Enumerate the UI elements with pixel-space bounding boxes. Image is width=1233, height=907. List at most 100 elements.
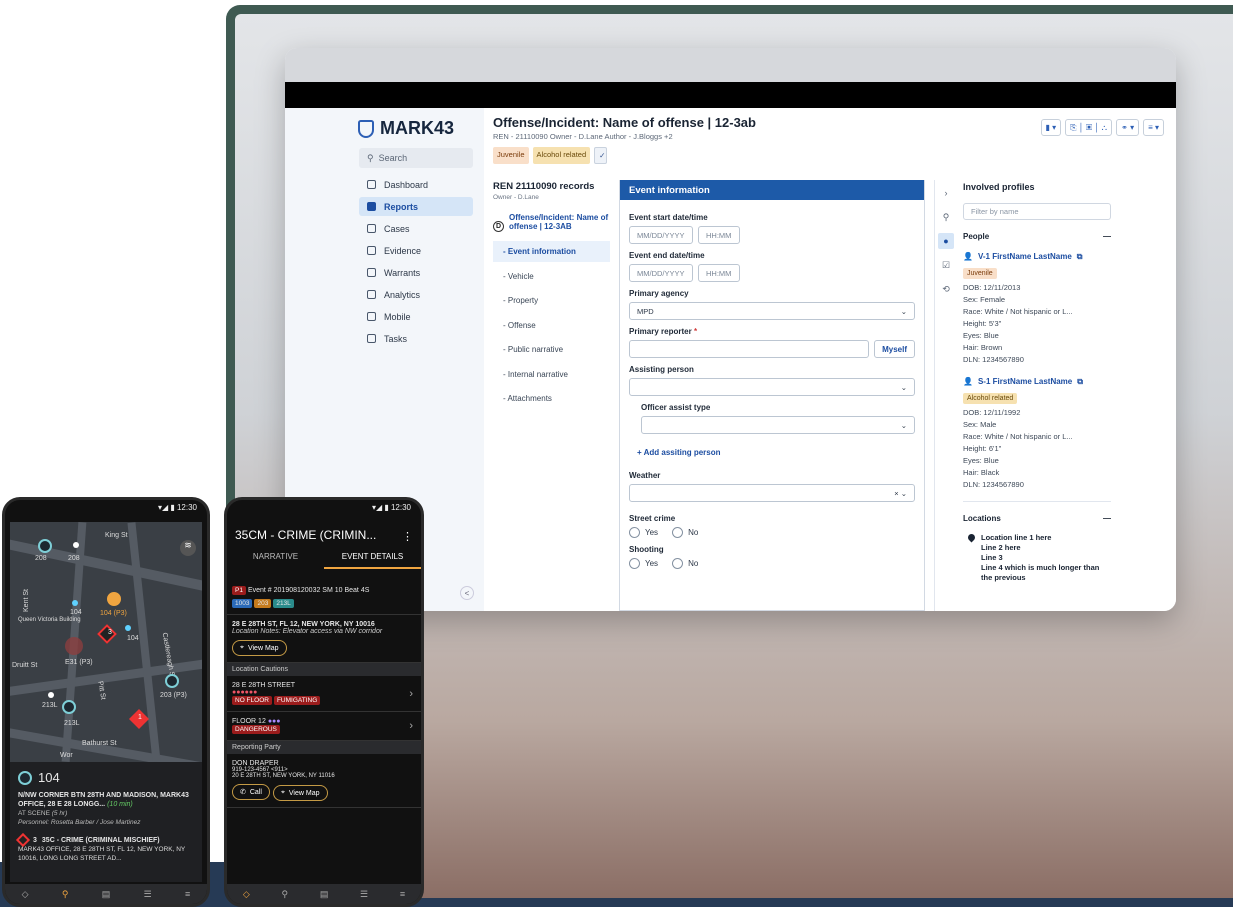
checklist-icon[interactable]: ☑ [938, 257, 954, 273]
records-title: REN 21110090 records [493, 181, 595, 192]
sidebar-item-warrants[interactable]: Warrants [359, 263, 473, 282]
document-menu-button[interactable]: ▮ ▾ [1040, 119, 1062, 136]
unit-dot[interactable] [72, 600, 78, 606]
tab-diamond-icon[interactable]: ◇ [22, 889, 29, 900]
sidebar-collapse-button[interactable]: < [460, 586, 474, 600]
window-blackbar [285, 82, 1176, 108]
agency-select[interactable]: MPD ⌄ [629, 302, 915, 320]
edit-tags-button[interactable]: ✓ [594, 147, 608, 164]
street-crime-no[interactable]: No [672, 527, 698, 538]
add-assisting-person-button[interactable]: + Add assiting person [629, 448, 915, 457]
mobile-icon [367, 312, 376, 321]
shooting-yes[interactable]: Yes [629, 558, 658, 569]
unit-address: N/NW CORNER BTN 28TH AND MADISON, MARK43… [18, 792, 189, 808]
shield-logo-icon [358, 119, 374, 138]
view-map-button[interactable]: ⌖ View Map [272, 785, 328, 801]
tab-event-details[interactable]: EVENT DETAILS [324, 552, 421, 569]
tab-document-icon[interactable]: ▤ [102, 889, 111, 900]
unit-label: 213L [42, 702, 58, 709]
start-date-input[interactable]: MM/DD/YYYY [629, 226, 693, 244]
profile-filter-input[interactable]: Filter by name [963, 203, 1111, 220]
records-link-offense[interactable]: - Offense [493, 315, 610, 336]
weather-select[interactable]: × ⌄ [629, 484, 915, 502]
unit-marker[interactable] [165, 674, 179, 688]
street-label: Druitt St [12, 662, 38, 669]
profile-link-v1[interactable]: 👤 V-1 FirstName LastName ⧉ [963, 252, 1111, 262]
myself-button[interactable]: Myself [874, 340, 915, 358]
sidebar-item-analytics[interactable]: Analytics [359, 285, 473, 304]
overflow-menu-icon[interactable]: ⋮ [402, 530, 413, 543]
view-map-button[interactable]: ⌖ View Map [232, 640, 287, 656]
records-link-public-narrative[interactable]: - Public narrative [493, 339, 610, 360]
caution-dots: ●●●●●● [232, 689, 258, 696]
collapse-people-button[interactable]: — [1103, 232, 1111, 241]
unit-dot[interactable] [125, 625, 131, 631]
officer-select[interactable]: ⌄ [641, 416, 915, 434]
unit-marker[interactable] [38, 539, 52, 553]
tab-diamond-icon[interactable]: ◇ [243, 889, 250, 900]
link-lock-group[interactable]: ⎘ │ ▣ │ ⛬ [1065, 119, 1113, 136]
unit-detail-card[interactable]: 104 N/NW CORNER BTN 28TH AND MADISON, MA… [10, 762, 202, 882]
brand-logo[interactable]: MARK43 [358, 118, 454, 139]
yes-label: Yes [645, 559, 659, 568]
dispatch-map[interactable]: King St 208 208 ≋ 104 104 (P3) Queen Vic… [10, 522, 202, 762]
profile-link-s1[interactable]: 👤 S-1 FirstName LastName ⧉ [963, 377, 1111, 387]
unit-marker-selected[interactable] [107, 592, 121, 606]
attach-menu-button[interactable]: ⚭ ▾ [1116, 119, 1140, 136]
street-crime-yes[interactable]: Yes [629, 527, 658, 538]
location-entry[interactable]: Location line 1 here Line 2 here Line 3 Lin… [963, 533, 1111, 583]
records-link-internal-narrative[interactable]: - Internal narrative [493, 364, 610, 385]
collapse-locations-button[interactable]: — [1103, 514, 1111, 523]
location-line: Line 3 [981, 553, 1003, 562]
records-link-vehicle[interactable]: - Vehicle [493, 266, 610, 287]
paperclip-icon[interactable]: ⚲ [938, 209, 954, 225]
caution-item[interactable]: FLOOR 12 ●●● DANGEROUS › [227, 712, 421, 741]
crosshair-icon: ⌖ [240, 644, 244, 651]
records-main-item[interactable]: D Offense/Incident: Name of offense | 12-… [493, 213, 610, 232]
sidebar-item-dashboard[interactable]: Dashboard [359, 175, 473, 194]
unit-marker[interactable] [62, 700, 76, 714]
assisting-select[interactable]: ⌄ [629, 378, 915, 396]
call-button[interactable]: ✆ Call [232, 784, 270, 800]
records-nav: REN 21110090 records Owner - D.Lane D Off… [493, 181, 610, 409]
sidebar-item-reports[interactable]: Reports [359, 197, 473, 216]
tab-narrative[interactable]: NARRATIVE [227, 552, 324, 569]
more-menu-button[interactable]: ≡ ▾ [1143, 119, 1164, 136]
sidebar-item-cases[interactable]: Cases [359, 219, 473, 238]
incident-marker[interactable] [97, 624, 117, 644]
records-link-event-information[interactable]: - Event information [493, 241, 610, 262]
start-time-input[interactable]: HH:MM [698, 226, 740, 244]
caution-item[interactable]: 28 E 28TH STREET ●●●●●● NO FLOOR FUMIGATI… [227, 676, 421, 712]
unit-dot[interactable] [73, 542, 79, 548]
tab-list-icon[interactable]: ☰ [360, 889, 368, 900]
records-link-property[interactable]: - Property [493, 290, 610, 311]
unit-dot[interactable] [48, 692, 54, 698]
tab-document-icon[interactable]: ▤ [320, 889, 329, 900]
shooting-no[interactable]: No [672, 558, 698, 569]
tab-person-icon[interactable]: ⚲ [282, 889, 289, 900]
end-date-input[interactable]: MM/DD/YYYY [629, 264, 693, 282]
nav-label: Tasks [384, 333, 408, 344]
reporter-input[interactable] [629, 340, 870, 358]
caution-place-row: FLOOR 12 ●●● [232, 718, 416, 725]
person-icon[interactable]: ● [938, 233, 954, 249]
sidebar-item-evidence[interactable]: Evidence [359, 241, 473, 260]
search-input[interactable]: ⚲ Search [359, 148, 473, 168]
clear-icon[interactable]: × [894, 489, 898, 498]
radio-icon [629, 527, 640, 538]
report-tags: Juvenile Alcohol related ✓ [493, 147, 1113, 164]
linked-call[interactable]: 3 35C - CRIME (CRIMINAL MISCHIEF) [15, 832, 194, 848]
building-label: Queen Victoria Building [18, 617, 81, 623]
history-icon[interactable]: ⟲ [938, 281, 954, 297]
layers-icon[interactable]: ≋ [180, 540, 196, 556]
tab-menu-icon[interactable]: ≡ [185, 889, 190, 899]
records-link-attachments[interactable]: - Attachments [493, 388, 610, 409]
sidebar-item-tasks[interactable]: Tasks [359, 329, 473, 348]
tab-person-icon[interactable]: ⚲ [62, 889, 69, 900]
sidebar-item-mobile[interactable]: Mobile [359, 307, 473, 326]
tab-menu-icon[interactable]: ≡ [400, 889, 405, 899]
end-time-input[interactable]: HH:MM [698, 264, 740, 282]
chevron-right-icon[interactable]: › [938, 185, 954, 201]
unit-marker[interactable] [65, 637, 83, 655]
tab-list-icon[interactable]: ☰ [144, 889, 152, 900]
